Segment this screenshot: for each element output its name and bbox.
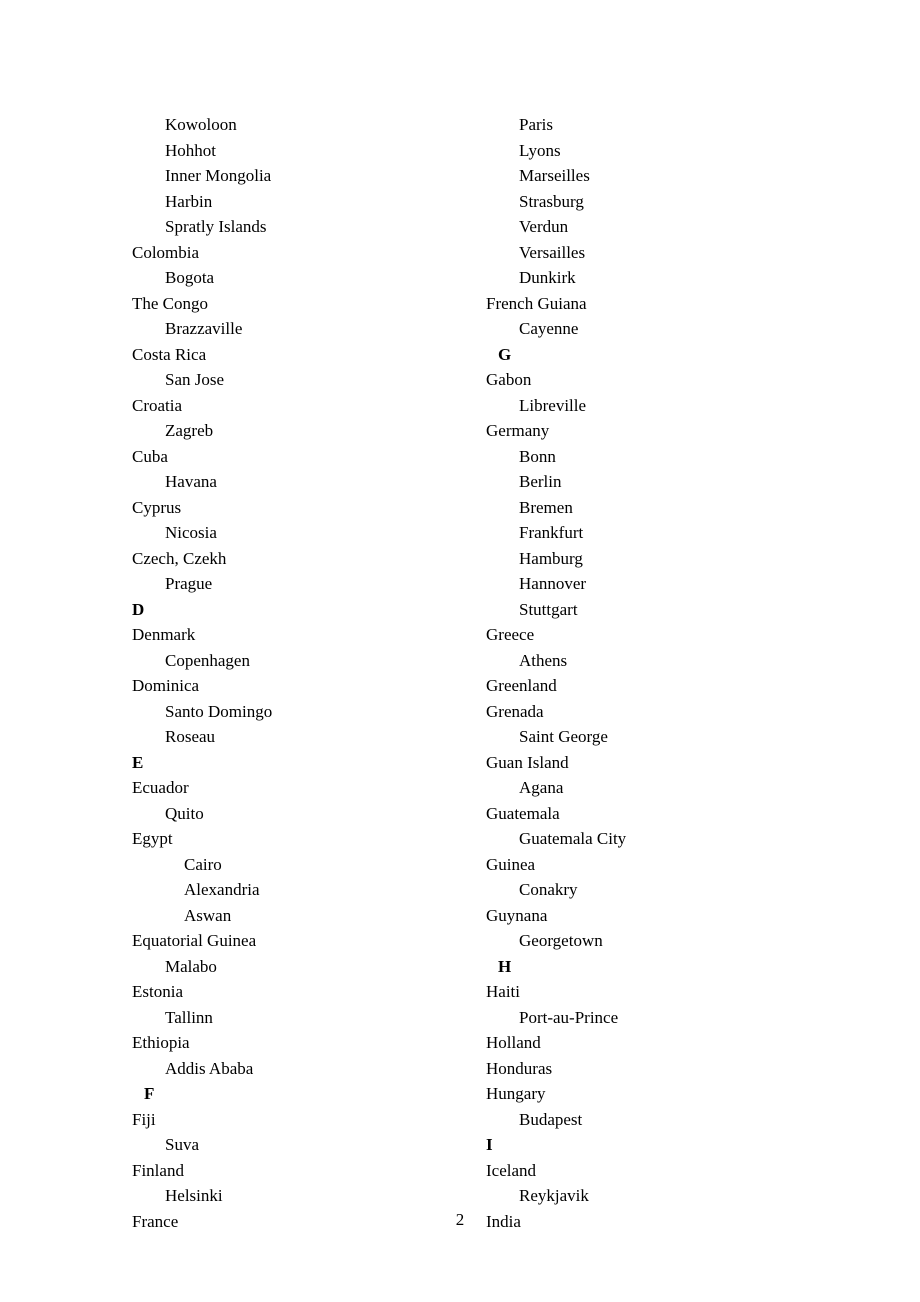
text-line: Greenland [486,673,800,699]
text-line: Prague [132,571,446,597]
text-line: Honduras [486,1056,800,1082]
text-line: Iceland [486,1158,800,1184]
text-line: Helsinki [132,1183,446,1209]
text-line: Versailles [486,240,800,266]
text-line: Kowoloon [132,112,446,138]
text-line: Santo Domingo [132,699,446,725]
text-line: Bogota [132,265,446,291]
text-line: Bremen [486,495,800,521]
text-line: Roseau [132,724,446,750]
text-line: D [132,597,446,623]
text-line: Czech, Czekh [132,546,446,572]
text-line: Guynana [486,903,800,929]
text-line: Ethiopia [132,1030,446,1056]
text-line: Port-au-Prince [486,1005,800,1031]
text-line: Guatemala City [486,826,800,852]
text-line: Croatia [132,393,446,419]
text-line: Berlin [486,469,800,495]
text-line: E [132,750,446,776]
text-line: Guatemala [486,801,800,827]
text-line: Dominica [132,673,446,699]
text-line: Spratly Islands [132,214,446,240]
text-line: Lyons [486,138,800,164]
text-line: I [486,1132,800,1158]
text-line: Denmark [132,622,446,648]
text-line: Budapest [486,1107,800,1133]
text-line: Hungary [486,1081,800,1107]
text-line: Quito [132,801,446,827]
text-line: Reykjavik [486,1183,800,1209]
text-line: Equatorial Guinea [132,928,446,954]
text-line: Copenhagen [132,648,446,674]
text-line: Tallinn [132,1005,446,1031]
text-line: French Guiana [486,291,800,317]
text-line: Guinea [486,852,800,878]
text-line: Dunkirk [486,265,800,291]
text-line: Marseilles [486,163,800,189]
text-line: Suva [132,1132,446,1158]
text-line: Finland [132,1158,446,1184]
text-line: H [486,954,800,980]
text-line: Athens [486,648,800,674]
column-right: ParisLyonsMarseillesStrasburgVerdunVersa… [486,112,800,1234]
text-line: Addis Ababa [132,1056,446,1082]
column-left: KowoloonHohhotInner MongoliaHarbinSpratl… [132,112,446,1234]
text-line: Aswan [132,903,446,929]
text-line: Fiji [132,1107,446,1133]
text-line: F [132,1081,446,1107]
text-line: Grenada [486,699,800,725]
text-line: Egypt [132,826,446,852]
text-line: Costa Rica [132,342,446,368]
text-line: Hamburg [486,546,800,572]
text-line: Brazzaville [132,316,446,342]
text-line: Malabo [132,954,446,980]
text-line: Alexandria [132,877,446,903]
text-line: Inner Mongolia [132,163,446,189]
text-line: Bonn [486,444,800,470]
text-line: Hannover [486,571,800,597]
text-line: Colombia [132,240,446,266]
text-line: Cairo [132,852,446,878]
page-number: 2 [0,1210,920,1230]
text-line: San Jose [132,367,446,393]
text-line: Stuttgart [486,597,800,623]
text-line: Agana [486,775,800,801]
text-line: Harbin [132,189,446,215]
document-page: KowoloonHohhotInner MongoliaHarbinSpratl… [0,0,920,1294]
text-line: Nicosia [132,520,446,546]
text-line: Ecuador [132,775,446,801]
text-line: Havana [132,469,446,495]
text-line: Cayenne [486,316,800,342]
text-line: Holland [486,1030,800,1056]
text-line: Conakry [486,877,800,903]
text-line: Zagreb [132,418,446,444]
text-line: Germany [486,418,800,444]
text-line: Guan Island [486,750,800,776]
text-line: Saint George [486,724,800,750]
text-line: Gabon [486,367,800,393]
text-line: The Congo [132,291,446,317]
text-line: Strasburg [486,189,800,215]
text-line: Frankfurt [486,520,800,546]
text-line: Georgetown [486,928,800,954]
text-line: Cyprus [132,495,446,521]
text-line: G [486,342,800,368]
text-line: Estonia [132,979,446,1005]
text-line: Cuba [132,444,446,470]
text-line: Paris [486,112,800,138]
text-line: Greece [486,622,800,648]
text-line: Verdun [486,214,800,240]
text-line: Hohhot [132,138,446,164]
text-line: Haiti [486,979,800,1005]
text-line: Libreville [486,393,800,419]
